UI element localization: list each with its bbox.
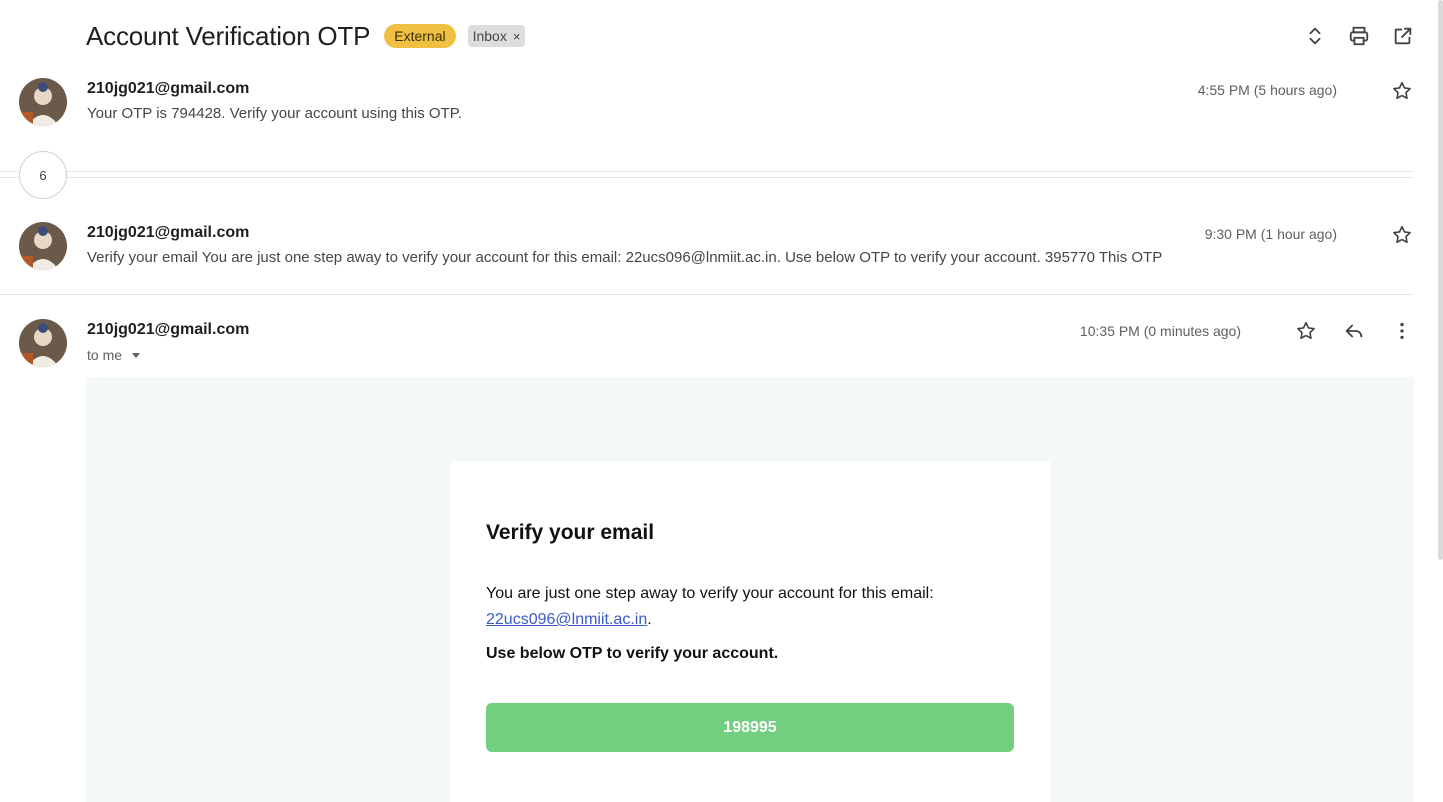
star-icon[interactable] (1295, 320, 1317, 342)
star-icon[interactable] (1391, 80, 1413, 102)
divider (0, 294, 1413, 295)
recipient-label: to me (87, 347, 123, 363)
intro-text: You are just one step away to verify you… (486, 585, 934, 602)
divider (0, 171, 1413, 172)
period: . (647, 611, 652, 628)
open-new-window-icon[interactable] (1391, 24, 1415, 48)
collapsed-messages-count[interactable]: 6 (19, 151, 67, 199)
expand-collapse-icon[interactable] (1303, 24, 1327, 48)
sender-email: 210jg021@gmail.com (87, 80, 250, 97)
chevron-down-icon[interactable] (132, 352, 141, 358)
print-icon[interactable] (1347, 24, 1371, 48)
subject-title: Account Verification OTP (86, 20, 371, 51)
remove-label-icon[interactable]: × (513, 29, 521, 44)
message-time: 4:55 PM (5 hours ago) (1197, 82, 1337, 98)
recipient-details[interactable]: to me (87, 347, 141, 363)
email-card: Verify your email You are just one step … (450, 461, 1050, 802)
otp-code[interactable]: 198995 (486, 703, 1014, 752)
email-heading: Verify your email (486, 521, 655, 544)
inbox-label[interactable]: Inbox × (467, 25, 526, 47)
star-icon[interactable] (1391, 224, 1413, 246)
sender-email[interactable]: 210jg021@gmail.com (87, 321, 249, 339)
message-time: 10:35 PM (0 minutes ago) (1079, 323, 1241, 339)
external-badge: External (384, 24, 456, 48)
inbox-label-text: Inbox (472, 28, 507, 44)
email-intro: You are just one step away to verify you… (486, 581, 1026, 633)
avatar[interactable] (19, 319, 67, 367)
avatar[interactable] (19, 78, 67, 126)
avatar[interactable] (19, 222, 67, 270)
message-snippet: Verify your email You are just one step … (87, 249, 1163, 266)
divider (0, 177, 1413, 178)
message-snippet: Your OTP is 794428. Verify your account … (87, 105, 462, 122)
scrollbar[interactable] (1438, 0, 1443, 560)
email-instruction: Use below OTP to verify your account. (486, 645, 779, 662)
sender-email: 210jg021@gmail.com (87, 224, 250, 241)
reply-icon[interactable] (1343, 320, 1365, 342)
email-body: Verify your email You are just one step … (86, 377, 1414, 802)
more-options-icon[interactable] (1391, 320, 1413, 342)
email-link[interactable]: 22ucs096@lnmiit.ac.in (486, 611, 647, 628)
subject-header: Account Verification OTP External Inbox … (86, 18, 526, 54)
message-time: 9:30 PM (1 hour ago) (1204, 226, 1337, 242)
thread-actions (1303, 24, 1415, 48)
